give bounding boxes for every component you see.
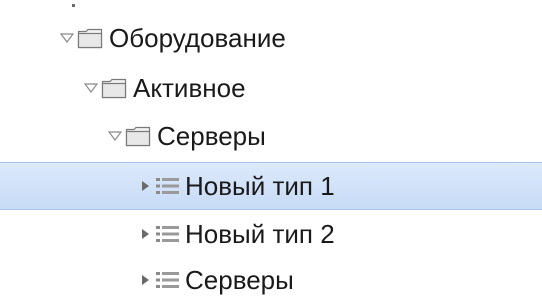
tree-view: Оборудование Активное Серверы Новый тип … [0, 0, 542, 307]
folder-icon [77, 27, 103, 49]
tree-node-label: Оборудование [109, 23, 286, 53]
tree-node-servers-type[interactable]: Серверы [0, 256, 542, 304]
tree-node-label: Новый тип 2 [185, 219, 335, 249]
collapsed-triangle-icon[interactable] [138, 179, 152, 193]
tree-node-servers-folder[interactable]: Серверы [0, 112, 542, 160]
collapsed-triangle-icon[interactable] [138, 273, 152, 287]
tree-node-active[interactable]: Активное [0, 64, 542, 112]
tree-node-label: Серверы [157, 121, 266, 151]
list-icon [155, 269, 181, 291]
list-icon [155, 223, 181, 245]
expanded-triangle-icon[interactable] [108, 129, 122, 143]
tree-node-new-type-1[interactable]: Новый тип 1 [0, 162, 542, 210]
tree-node-new-type-2[interactable]: Новый тип 2 [0, 210, 542, 258]
tree-node-equipment[interactable]: Оборудование [0, 14, 542, 62]
tree-node-label: Серверы [185, 265, 294, 295]
expanded-triangle-icon[interactable] [84, 81, 98, 95]
tree-node-label: Новый тип 1 [185, 171, 335, 201]
folder-icon [125, 125, 151, 147]
tree-node-label: Активное [133, 73, 246, 103]
collapsed-triangle-icon[interactable] [138, 227, 152, 241]
list-icon [155, 175, 181, 197]
expanded-triangle-icon[interactable] [60, 31, 74, 45]
folder-icon [101, 77, 127, 99]
scroll-remnant-mark [72, 4, 75, 7]
